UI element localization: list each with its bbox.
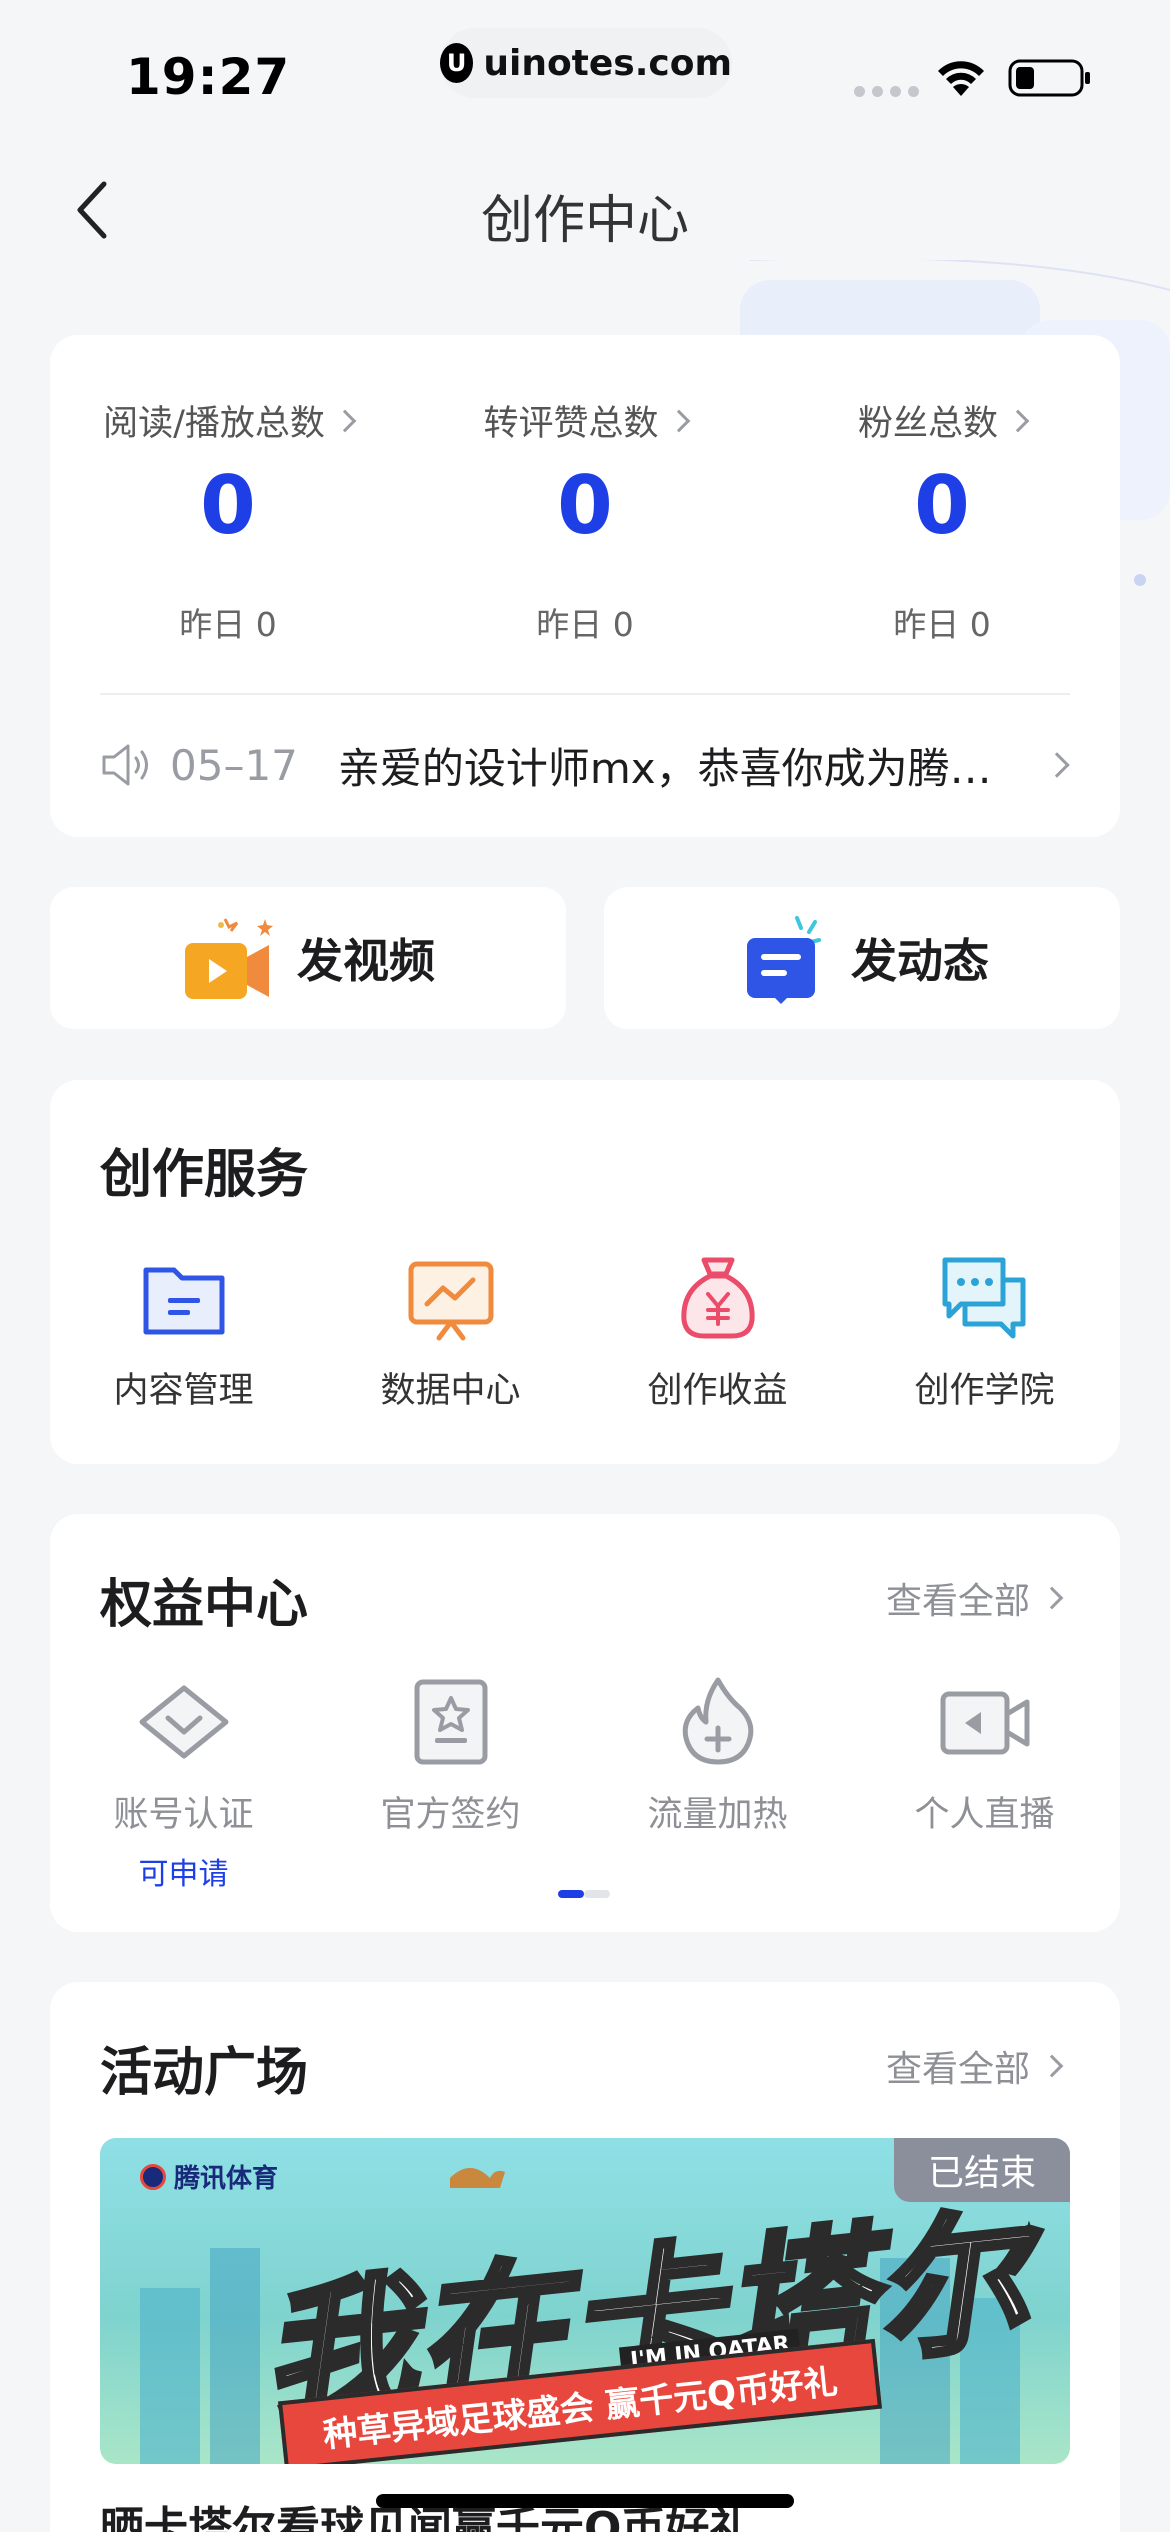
- post-update-button[interactable]: 发动态: [604, 887, 1120, 1029]
- rights-label: 流量加热: [647, 1795, 788, 1835]
- stat-engagement[interactable]: 转评赞总数 0 昨日 0: [407, 395, 763, 646]
- tool-label: 创作收益: [647, 1371, 788, 1411]
- presentation-chart-icon: [408, 1261, 493, 1341]
- chevron-right-icon: [667, 409, 690, 432]
- view-all-link[interactable]: 查看全部: [885, 1572, 1064, 1624]
- money-bag-icon: [680, 1257, 755, 1339]
- activity-banner[interactable]: 腾讯体育 我在卡塔尔 I'M IN QATAR 种草异域足球盛会 赢千元Q币好礼…: [100, 2138, 1070, 2464]
- video-camera-icon: [940, 1691, 1029, 1755]
- status-bar: 19:27 U uinotes.com: [0, 0, 1170, 130]
- stats-card: 阅读/播放总数 0 昨日 0 转评赞总数 0 昨日 0 粉丝总数 0 昨日 0 …: [50, 335, 1120, 837]
- folder-icon: [143, 1267, 224, 1335]
- stat-value: 0: [200, 459, 256, 552]
- url-text: uinotes.com: [483, 42, 732, 84]
- stat-label: 粉丝总数: [857, 404, 998, 444]
- data-center-button[interactable]: 数据中心: [317, 1250, 584, 1413]
- chevron-right-icon: [333, 409, 357, 432]
- speaker-icon: [102, 744, 148, 786]
- wifi-icon: [938, 61, 984, 96]
- flame-plus-icon: [682, 1677, 753, 1765]
- section-title: 权益中心: [100, 1575, 309, 1635]
- banner-brand: 腾讯体育: [140, 2158, 278, 2195]
- home-indicator: [376, 2494, 794, 2508]
- stat-yesterday: 昨日 0: [179, 605, 277, 644]
- earnings-button[interactable]: 创作收益: [584, 1250, 851, 1413]
- stat-value: 0: [557, 459, 613, 552]
- stat-label: 转评赞总数: [483, 404, 659, 444]
- signal-icon: [854, 86, 919, 97]
- back-button[interactable]: [62, 178, 122, 242]
- notice-text: 亲爱的设计师mx，恭喜你成为腾讯号创作者: [337, 743, 1028, 793]
- chevron-left-icon: [77, 181, 107, 239]
- official-contract-button[interactable]: 官方签约: [317, 1674, 584, 1837]
- banner-brand-text: 腾讯体育: [174, 2164, 279, 2194]
- chevron-right-icon: [1040, 1586, 1064, 1610]
- view-all-label: 查看全部: [885, 1581, 1030, 1622]
- page-dot-active: [558, 1890, 584, 1898]
- tool-label: 数据中心: [380, 1371, 521, 1411]
- rights-label: 官方签约: [380, 1795, 521, 1835]
- site-logo-icon: U: [440, 43, 474, 83]
- chevron-right-icon: [1040, 2054, 1064, 2078]
- stat-value: 0: [914, 459, 970, 552]
- rights-label: 账号认证: [113, 1795, 254, 1835]
- diamond-icon: [139, 1685, 228, 1759]
- stat-reads[interactable]: 阅读/播放总数 0 昨日 0: [50, 395, 406, 646]
- chevron-right-icon: [1044, 752, 1070, 778]
- video-icon: [185, 918, 273, 999]
- page-title: 创作中心: [480, 191, 689, 251]
- page-dot: [584, 1890, 610, 1898]
- content-management-button[interactable]: 内容管理: [50, 1250, 317, 1413]
- status-time: 19:27: [126, 48, 291, 106]
- rights-card: 权益中心 查看全部 账号认证 可申请 官方签约 流量加热 个人直播: [50, 1514, 1120, 1932]
- page-indicator: [558, 1890, 610, 1898]
- stat-followers[interactable]: 粉丝总数 0 昨日 0: [764, 395, 1120, 646]
- chat-bubbles-icon: [942, 1257, 1025, 1339]
- sports-logo-icon: [140, 2163, 166, 2190]
- post-video-button[interactable]: 发视频: [50, 887, 566, 1029]
- stat-yesterday: 昨日 0: [536, 605, 634, 644]
- nav-bar: 创作中心: [0, 150, 1170, 270]
- post-video-label: 发视频: [297, 934, 435, 988]
- post-update-label: 发动态: [851, 934, 989, 988]
- activity-card: 活动广场 查看全部 腾讯体育 我在卡塔尔 I'M IN QATAR 种草异域足球…: [50, 1982, 1120, 2532]
- stat-yesterday: 昨日 0: [893, 605, 991, 644]
- view-all-link[interactable]: 查看全部: [885, 2040, 1064, 2092]
- chevron-right-icon: [1006, 409, 1030, 432]
- live-stream-button[interactable]: 个人直播: [851, 1674, 1118, 1837]
- apply-badge: 可申请: [138, 1857, 229, 1892]
- stat-label: 阅读/播放总数: [103, 404, 325, 444]
- rights-label: 个人直播: [914, 1795, 1055, 1835]
- view-all-label: 查看全部: [885, 2049, 1030, 2090]
- post-icon: [747, 916, 821, 1004]
- status-badge: 已结束: [894, 2138, 1070, 2202]
- tool-label: 创作学院: [914, 1371, 1055, 1411]
- traffic-boost-button[interactable]: 流量加热: [584, 1674, 851, 1837]
- services-card: 创作服务 内容管理 数据中心 创作收益 创作学院: [50, 1080, 1120, 1464]
- battery-icon: [1008, 59, 1090, 97]
- account-verification-button[interactable]: 账号认证 可申请: [50, 1674, 317, 1893]
- divider: [100, 693, 1070, 695]
- tool-label: 内容管理: [113, 1371, 254, 1411]
- contract-star-icon: [414, 1679, 487, 1765]
- section-title: 创作服务: [100, 1145, 309, 1205]
- academy-button[interactable]: 创作学院: [851, 1250, 1118, 1413]
- notice-date: 05–17: [170, 740, 298, 790]
- section-title: 活动广场: [100, 2043, 309, 2103]
- notice-bar[interactable]: 05–17 亲爱的设计师mx，恭喜你成为腾讯号创作者: [100, 715, 1070, 815]
- url-pill[interactable]: U uinotes.com: [440, 28, 732, 98]
